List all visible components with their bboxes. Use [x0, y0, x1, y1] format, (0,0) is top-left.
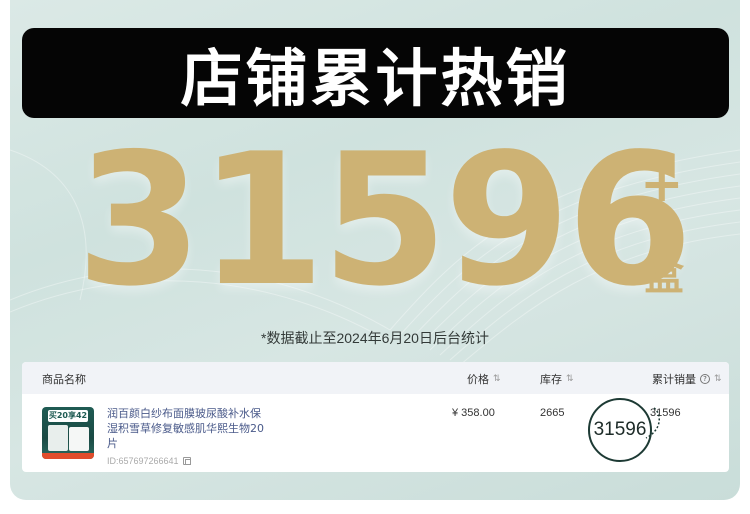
- unit-label: 盒: [644, 253, 684, 299]
- header-price[interactable]: 价格 ⇅: [467, 371, 501, 387]
- product-stock: 2665: [540, 407, 565, 419]
- thumb-badge: 买20享42: [48, 410, 88, 422]
- header-sales[interactable]: 累计销量 ? ⇅: [652, 371, 722, 387]
- promo-strip: [42, 453, 94, 459]
- title-banner: 店铺累计热销: [22, 28, 729, 118]
- dotted-arrow: [645, 407, 660, 439]
- product-id-text: ID:657697266641: [107, 456, 179, 466]
- product-id: ID:657697266641: [107, 456, 191, 466]
- table-header: 商品名称 价格 ⇅ 库存 ⇅ 累计销量 ? ⇅: [22, 362, 729, 394]
- header-stock[interactable]: 库存 ⇅: [540, 371, 574, 387]
- header-product-label: 商品名称: [42, 373, 86, 386]
- product-box-image: [48, 425, 68, 451]
- hero-sales-count: 31596: [76, 114, 693, 326]
- header-product: 商品名称: [42, 371, 86, 387]
- copy-icon[interactable]: [182, 457, 191, 465]
- product-name-link[interactable]: 润百颜白纱布面膜玻尿酸补水保湿积雪草修复敏感肌华熙生物20片: [107, 406, 267, 451]
- page-title: 店铺累计热销: [180, 42, 571, 115]
- data-note: *数据截止至2024年6月20日后台统计: [261, 330, 489, 346]
- sort-icon[interactable]: ⇅: [493, 374, 501, 384]
- header-stock-label: 库存: [540, 373, 562, 386]
- sort-icon[interactable]: ⇅: [566, 374, 574, 384]
- header-sales-label: 累计销量: [652, 373, 696, 386]
- header-price-label: 价格: [467, 373, 489, 386]
- help-icon[interactable]: ?: [700, 374, 710, 384]
- plus-mark: +: [640, 154, 684, 214]
- product-thumbnail[interactable]: 买20享42: [42, 407, 94, 459]
- product-box-image: [69, 427, 89, 451]
- sort-icon[interactable]: ⇅: [714, 374, 722, 384]
- product-price: ¥ 358.00: [452, 407, 495, 419]
